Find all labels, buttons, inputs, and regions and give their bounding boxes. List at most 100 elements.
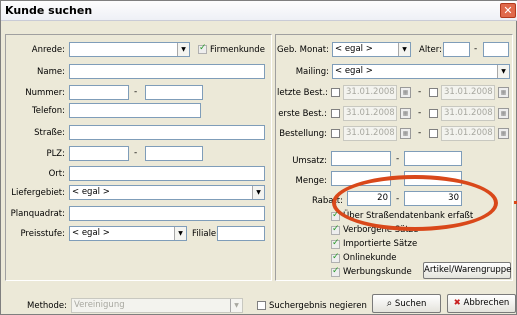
geb-monat-select[interactable]: < egal > ▼ (332, 42, 411, 57)
strasse-input[interactable] (69, 125, 265, 140)
letzte-best-dash: - (418, 87, 422, 97)
window-title: Kunde suchen (5, 4, 93, 17)
geb-monat-label: Geb. Monat: (277, 45, 329, 55)
chevron-down-icon[interactable]: ▼ (252, 186, 264, 199)
letzte-best-to-date[interactable]: 31.01.2008 (441, 85, 495, 100)
calendar-icon[interactable]: ▦ (400, 108, 411, 119)
erste-best-label: erste Best.: (278, 109, 327, 119)
erste-best-checkbox[interactable] (331, 109, 340, 118)
erste-best-dash: - (418, 108, 422, 118)
bestellung-to-checkbox[interactable] (429, 129, 438, 138)
werbungskunde-checkbox[interactable] (331, 266, 340, 277)
name-input[interactable] (69, 64, 265, 79)
nummer-dash: - (134, 87, 138, 97)
erste-best-to-date[interactable]: 31.01.2008 (441, 106, 495, 121)
annotation-ellipse (332, 175, 498, 231)
suchergebnis-negieren-label: Suchergebnis negieren (269, 301, 367, 311)
letzte-best-to-checkbox[interactable] (429, 88, 438, 97)
anrede-select[interactable]: ▼ (69, 42, 190, 57)
onlinekunde-label: Onlinekunde (343, 253, 397, 263)
artikel-warengruppe-button[interactable]: Artikel/Warengruppe (423, 262, 511, 279)
chevron-down-icon[interactable]: ▼ (497, 65, 509, 78)
chevron-down-icon[interactable]: ▼ (398, 43, 410, 56)
filiale-input[interactable] (217, 226, 265, 241)
firmenkunde-label: Firmenkunde (210, 45, 265, 55)
umsatz-to-input[interactable] (404, 151, 462, 166)
mailing-select[interactable]: < egal > ▼ (332, 64, 510, 79)
umsatz-dash: - (396, 154, 400, 164)
calendar-icon[interactable]: ▦ (400, 128, 411, 139)
chevron-down-icon[interactable]: ▼ (177, 43, 189, 56)
search-icon: ⌕ (386, 298, 393, 309)
suchergebnis-negieren-checkbox[interactable] (257, 301, 266, 310)
firmenkunde-checkbox[interactable] (198, 43, 207, 54)
alter-from-input[interactable] (443, 42, 470, 57)
bestellung-dash: - (418, 128, 422, 138)
geb-monat-value: < egal > (335, 44, 373, 54)
close-button[interactable]: ✕ (500, 3, 516, 18)
bestellung-to-date[interactable]: 31.01.2008 (441, 126, 495, 141)
alter-dash: - (474, 44, 478, 54)
erste-best-from-date[interactable]: 31.01.2008 (343, 106, 397, 121)
close-icon: ✕ (503, 4, 513, 17)
preisstufe-label: Preisstufe: (20, 229, 65, 239)
filiale-label: Filiale: (192, 229, 220, 239)
bestellung-checkbox[interactable] (331, 129, 340, 138)
abbrechen-label: Abbrechen (463, 298, 510, 308)
ort-label: Ort: (48, 169, 65, 179)
plz-dash: - (134, 148, 138, 158)
preisstufe-value: < egal > (72, 228, 110, 238)
importierte-saetze-label: Importierte Sätze (343, 239, 418, 249)
ort-input[interactable] (69, 166, 265, 181)
nummer-to-input[interactable] (145, 85, 203, 100)
abbrechen-button[interactable]: ✖ Abbrechen (447, 294, 516, 313)
plz-to-input[interactable] (145, 146, 203, 161)
telefon-label: Telefon: (31, 106, 65, 116)
mailing-label: Mailing: (295, 67, 329, 77)
alter-label: Alter: (419, 45, 442, 55)
werbungskunde-label: Werbungskunde (343, 267, 412, 277)
umsatz-label: Umsatz: (292, 156, 327, 166)
liefergebiet-select[interactable]: < egal > ▼ (69, 185, 265, 200)
letzte-best-from-date[interactable]: 31.01.2008 (343, 85, 397, 100)
telefon-input[interactable] (69, 103, 201, 118)
methode-label: Methode: (27, 301, 67, 311)
umsatz-from-input[interactable] (331, 151, 391, 166)
anrede-label: Anrede: (31, 45, 65, 55)
nummer-from-input[interactable] (69, 85, 129, 100)
bestellung-label: Bestellung: (279, 129, 327, 139)
onlinekunde-checkbox[interactable] (331, 252, 340, 263)
letzte-best-label: letzte Best.: (277, 88, 329, 98)
letzte-best-checkbox[interactable] (331, 88, 340, 97)
calendar-icon[interactable]: ▦ (498, 87, 509, 98)
mailing-value: < egal > (335, 66, 373, 76)
chevron-down-icon[interactable]: ▼ (230, 299, 242, 312)
liefergebiet-value: < egal > (72, 187, 110, 197)
suchen-button[interactable]: ⌕ Suchen (372, 294, 441, 313)
preisstufe-select[interactable]: < egal > ▼ (69, 226, 187, 241)
planquadrat-label: Planquadrat: (10, 209, 65, 219)
calendar-icon[interactable]: ▦ (498, 128, 509, 139)
kunde-suchen-dialog: Kunde suchen ✕ Anrede: ▼ Firmenkunde Nam… (0, 0, 517, 315)
plz-from-input[interactable] (69, 146, 129, 161)
importierte-saetze-checkbox[interactable] (331, 238, 340, 249)
title-bar: Kunde suchen ✕ (1, 1, 517, 21)
erste-best-to-checkbox[interactable] (429, 109, 438, 118)
plz-label: PLZ: (46, 149, 65, 159)
verborgene-saetze-checkbox[interactable] (331, 224, 340, 235)
alter-to-input[interactable] (483, 42, 509, 57)
liefergebiet-label: Liefergebiet: (11, 188, 65, 198)
suchen-label: Suchen (394, 299, 427, 309)
calendar-icon[interactable]: ▦ (498, 108, 509, 119)
methode-value: Vereinigung (74, 300, 125, 310)
bestellung-from-date[interactable]: 31.01.2008 (343, 126, 397, 141)
menge-label: Menge: (295, 176, 327, 186)
chevron-down-icon[interactable]: ▼ (174, 227, 186, 240)
calendar-icon[interactable]: ▦ (400, 87, 411, 98)
cancel-icon: ✖ (453, 298, 461, 308)
name-label: Name: (37, 67, 65, 77)
strasse-label: Straße: (34, 128, 65, 138)
methode-select[interactable]: Vereinigung ▼ (71, 298, 243, 313)
nummer-label: Nummer: (25, 88, 65, 98)
planquadrat-input[interactable] (69, 206, 265, 221)
